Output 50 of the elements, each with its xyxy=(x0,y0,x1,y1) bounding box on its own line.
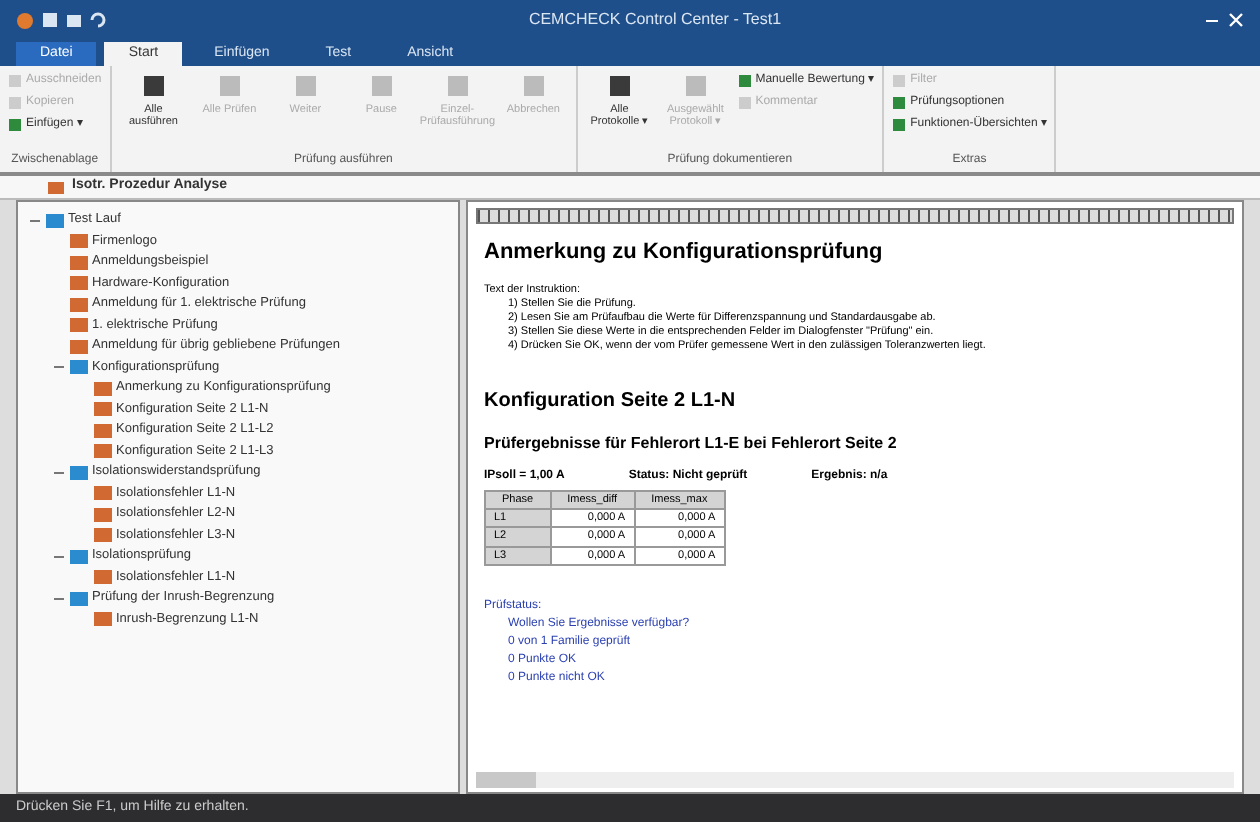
node-icon xyxy=(94,444,112,459)
node-icon xyxy=(70,297,88,312)
square-icon xyxy=(892,96,907,110)
square-icon xyxy=(681,72,710,100)
square-icon xyxy=(605,72,634,100)
node-icon xyxy=(94,612,112,627)
node-icon xyxy=(70,360,88,375)
square-icon xyxy=(892,118,907,132)
node-icon xyxy=(70,255,88,270)
section-heading: Konfiguration Seite 2 L1-N xyxy=(484,387,738,416)
square-icon xyxy=(367,72,396,100)
collapse-icon[interactable] xyxy=(54,467,64,478)
square-icon xyxy=(519,72,548,100)
node-icon xyxy=(70,234,88,249)
collapse-icon[interactable] xyxy=(54,593,64,604)
app-icon xyxy=(16,11,34,29)
square-icon xyxy=(443,72,472,100)
collapse-icon[interactable] xyxy=(30,215,40,226)
square-icon xyxy=(8,96,22,110)
horizontal-scrollbar[interactable] xyxy=(476,772,1234,788)
node-icon xyxy=(70,318,88,333)
window-title: CEMCHECK Control Center - Test1 xyxy=(526,8,784,32)
square-icon xyxy=(8,74,22,88)
report-heading: Anmerkung zu Konfigurationsprüfung xyxy=(484,238,885,268)
square-icon xyxy=(291,72,320,100)
subheading: Prüfergebnisse für Fehlerort L1-E bei Fehlerort Seite 2 xyxy=(484,431,899,456)
collapse-icon[interactable] xyxy=(54,362,64,373)
close-icon[interactable] xyxy=(1228,12,1244,28)
square-icon xyxy=(215,72,244,100)
square-icon xyxy=(737,96,752,110)
node-icon xyxy=(94,528,112,543)
document-icon xyxy=(48,179,64,195)
node-icon xyxy=(94,423,112,438)
square-icon xyxy=(737,74,752,88)
node-icon xyxy=(70,549,88,564)
node-icon xyxy=(46,213,64,228)
square-icon xyxy=(139,72,168,100)
square-icon xyxy=(892,74,907,88)
undo-icon[interactable] xyxy=(90,12,106,28)
node-icon xyxy=(70,339,88,354)
node-icon xyxy=(94,402,112,417)
node-icon xyxy=(94,381,112,396)
collapse-icon[interactable] xyxy=(54,551,64,562)
node-icon xyxy=(94,486,112,501)
node-icon xyxy=(94,507,112,522)
node-icon xyxy=(70,465,88,480)
node-icon xyxy=(94,570,112,585)
node-icon xyxy=(70,276,88,291)
square-icon xyxy=(8,118,22,132)
node-icon xyxy=(70,591,88,606)
